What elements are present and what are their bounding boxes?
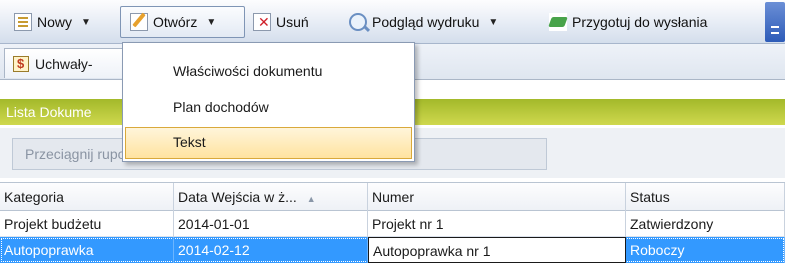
- menu-item-wlasciwosci[interactable]: Właściwości dokumentu: [123, 55, 414, 87]
- delete-button[interactable]: Usuń: [253, 9, 309, 35]
- new-button-label: Nowy: [37, 14, 73, 30]
- column-header-data-wejscia[interactable]: Data Wejścia w ż... ▲: [174, 183, 368, 211]
- cell-numer: Projekt nr 1: [368, 211, 626, 237]
- menu-item-plan-dochodow[interactable]: Plan dochodów: [123, 91, 414, 123]
- print-preview-label: Podgląd wydruku: [372, 14, 480, 30]
- documents-grid: Kategoria Data Wejścia w ż... ▲ Numer Sta…: [0, 182, 785, 268]
- magnifier-icon: [349, 13, 367, 31]
- budget-icon: [13, 55, 29, 72]
- cell-numer-focused: Autopoprawka nr 1: [368, 237, 626, 263]
- column-header-status[interactable]: Status: [626, 183, 785, 211]
- cell-kategoria: Projekt budżetu: [0, 211, 174, 237]
- grid-header: Kategoria Data Wejścia w ż... ▲ Numer Sta…: [0, 183, 785, 211]
- cell-status: Roboczy: [626, 237, 785, 263]
- delete-icon: [253, 13, 271, 31]
- open-dropdown-menu: Właściwości dokumentu Plan dochodów Teks…: [122, 42, 415, 162]
- cell-status: Zatwierdzony: [626, 211, 785, 237]
- prepare-send-button[interactable]: Przygotuj do wysłania: [549, 9, 707, 35]
- edit-icon: [130, 13, 148, 31]
- cell-kategoria: Autopoprawka: [0, 237, 174, 263]
- tab-label: Uchwały-: [35, 55, 93, 72]
- open-button[interactable]: Otwórz ▼: [130, 9, 216, 35]
- column-header-kategoria[interactable]: Kategoria: [0, 183, 174, 211]
- chevron-down-icon[interactable]: ▼: [488, 17, 498, 28]
- cell-data: 2014-02-12: [174, 237, 368, 263]
- chevron-down-icon[interactable]: ▼: [81, 17, 91, 28]
- toolbar-overflow-button[interactable]: [765, 2, 785, 42]
- table-row-selected[interactable]: Autopoprawka 2014-02-12 Autopoprawka nr …: [0, 237, 785, 263]
- open-button-label: Otwórz: [153, 14, 198, 30]
- cell-data: 2014-01-01: [174, 211, 368, 237]
- column-header-numer[interactable]: Numer: [368, 183, 626, 211]
- menu-item-tekst[interactable]: Tekst: [125, 127, 412, 159]
- prepare-send-label: Przygotuj do wysłania: [572, 14, 708, 30]
- send-icon: [549, 13, 567, 31]
- main-toolbar: Nowy ▼ Otwórz ▼ Usuń Podgląd wydruku ▼ P…: [0, 0, 785, 44]
- new-document-icon: [14, 13, 32, 31]
- table-row[interactable]: Projekt budżetu 2014-01-01 Projekt nr 1 …: [0, 211, 785, 237]
- sort-ascending-icon: ▲: [306, 194, 316, 204]
- delete-button-label: Usuń: [276, 14, 309, 30]
- print-preview-button[interactable]: Podgląd wydruku ▼: [349, 9, 498, 35]
- chevron-down-icon[interactable]: ▼: [206, 17, 216, 28]
- new-button[interactable]: Nowy ▼: [14, 9, 91, 35]
